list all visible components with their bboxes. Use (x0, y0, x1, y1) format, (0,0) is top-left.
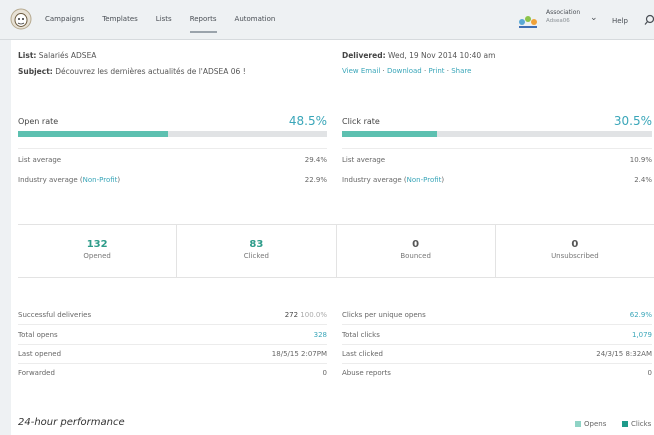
click-industry-average-label: Industry average (Non-Profit) (342, 176, 444, 184)
main-nav: Campaigns Templates Lists Reports Automa… (45, 13, 293, 33)
open-rate-value: 48.5% (288, 114, 327, 128)
detail-label: Total opens (18, 331, 58, 339)
download-link[interactable]: Download (387, 67, 422, 75)
click-rate-bar-fill (342, 131, 437, 137)
click-rate-bar (342, 131, 652, 137)
legend-clicks[interactable]: Clicks (622, 420, 651, 428)
detail-value: 0 (647, 369, 652, 377)
click-rate-title: Click rate (342, 117, 380, 126)
detail-label: Last clicked (342, 350, 383, 358)
legend-swatch (622, 421, 628, 427)
account-name: Association (546, 9, 581, 16)
open-industry-average-value: 22.9% (304, 176, 327, 184)
stat-label: Unsubscribed (551, 252, 599, 260)
stat-clicked[interactable]: 83 Clicked (177, 225, 337, 277)
nav-reports[interactable]: Reports (189, 13, 217, 33)
delivered-label: Delivered: (342, 51, 386, 60)
industry-paren-close: ) (441, 176, 445, 184)
top-navigation-bar: Campaigns Templates Lists Reports Automa… (0, 0, 654, 40)
stat-value: 0 (412, 239, 420, 250)
nav-automation[interactable]: Automation (235, 13, 276, 33)
divider (342, 324, 652, 325)
email-actions: View Email · Download · Print · Share (342, 67, 471, 75)
detail-label: Total clicks (342, 331, 380, 339)
help-link[interactable]: Help (612, 17, 628, 25)
stat-opened[interactable]: 132 Opened (18, 225, 178, 277)
divider (18, 344, 327, 345)
divider (342, 148, 652, 149)
divider (18, 363, 327, 364)
click-list-average-value: 10.9% (629, 156, 652, 164)
legend-opens[interactable]: Opens (575, 420, 606, 428)
total-opens-link[interactable]: 328 (200, 331, 327, 339)
list-label: List: (18, 51, 37, 60)
click-list-average-label: List average (342, 156, 386, 164)
divider (342, 344, 652, 345)
stat-label: Clicked (243, 252, 269, 260)
detail-number: 272 (284, 311, 299, 319)
open-rate-bar (18, 131, 327, 137)
detail-value: 62.9% (629, 311, 652, 319)
stat-value: 83 (249, 239, 264, 250)
industry-label: Industry average (342, 176, 402, 184)
divider (18, 324, 327, 325)
search-icon[interactable] (644, 14, 654, 26)
open-industry-average-label: Industry average (Non-Profit) (18, 176, 120, 184)
detail-percent: 100.0% (300, 311, 327, 319)
view-email-link[interactable]: View Email (342, 67, 380, 75)
open-rate-title: Open rate (18, 117, 59, 126)
click-industry-average-value: 2.4% (634, 176, 652, 184)
open-list-average-value: 29.4% (304, 156, 327, 164)
industry-label: Industry average (18, 176, 78, 184)
print-link[interactable]: Print (428, 67, 444, 75)
detail-label: Forwarded (18, 369, 55, 377)
industry-type-link[interactable]: Non-Profit (407, 176, 442, 184)
legend-label: Opens (584, 420, 607, 428)
detail-label: Abuse reports (342, 369, 391, 377)
detail-label: Successful deliveries (18, 311, 92, 319)
stat-unsubscribed[interactable]: 0 Unsubscribed (496, 225, 654, 277)
mailchimp-logo-icon[interactable] (10, 8, 32, 30)
delivered-value: Wed, 19 Nov 2014 10:40 am (387, 51, 496, 60)
detail-label: Last opened (18, 350, 62, 358)
click-rate-value: 30.5% (613, 114, 652, 128)
performance-title: 24-hour performance (18, 417, 125, 428)
separator: · (380, 67, 387, 75)
account-sub: Adsea06 (546, 18, 570, 24)
stat-value: 0 (571, 239, 579, 250)
divider (18, 148, 327, 149)
stat-value: 132 (86, 239, 108, 250)
detail-value: 24/3/15 8:32AM (596, 350, 652, 358)
delivered-info: Delivered: Wed, 19 Nov 2014 10:40 am (342, 51, 495, 60)
total-clicks-link[interactable]: 1,079 (524, 331, 652, 339)
subject-label: Subject: (18, 67, 53, 76)
subject-value: Découvrez les dernières actualités de l'… (55, 67, 246, 76)
chevron-down-icon[interactable]: ⌄ (590, 13, 598, 23)
industry-type-link[interactable]: Non-Profit (83, 176, 118, 184)
open-list-average-label: List average (18, 156, 62, 164)
list-info: List: Salariés ADSEA (18, 51, 96, 60)
detail-label: Clicks per unique opens (342, 311, 426, 319)
nav-templates[interactable]: Templates (102, 13, 138, 33)
divider (342, 363, 652, 364)
account-logo-icon[interactable] (516, 12, 540, 32)
list-value: Salariés ADSEA (38, 51, 97, 60)
detail-value: 272 100.0% (200, 311, 327, 319)
detail-value: 18/5/15 2:07PM (271, 350, 327, 358)
detail-value: 0 (322, 369, 327, 377)
nav-lists[interactable]: Lists (156, 13, 172, 33)
nav-campaigns[interactable]: Campaigns (45, 13, 84, 33)
stats-summary: 132 Opened 83 Clicked 0 Bounced 0 Unsubs… (18, 224, 654, 278)
share-link[interactable]: Share (451, 67, 471, 75)
subject-info: Subject: Découvrez les dernières actuali… (18, 67, 246, 76)
account-switcher[interactable]: Association Adsea06 (546, 9, 580, 25)
stat-label: Bounced (400, 252, 431, 260)
stat-bounced[interactable]: 0 Bounced (337, 225, 496, 277)
industry-paren-close: ) (117, 176, 121, 184)
open-rate-bar-fill (18, 131, 168, 137)
stat-label: Opened (83, 252, 111, 260)
legend-swatch (575, 421, 581, 427)
legend-label: Clicks (631, 420, 652, 428)
left-rail (0, 40, 11, 435)
